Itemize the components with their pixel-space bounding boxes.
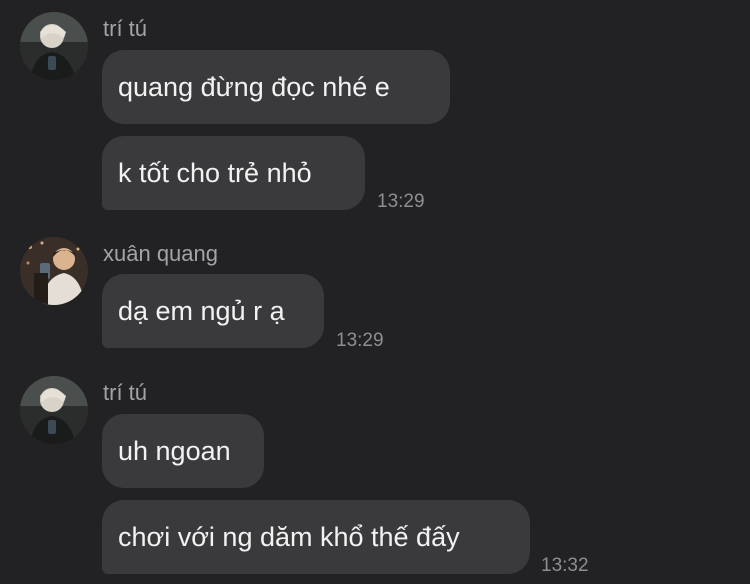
avatar-photo-icon <box>20 237 88 305</box>
avatar-tri-tu[interactable] <box>20 12 88 80</box>
chat-thread: trí tú quang đừng đọc nhé e k tốt cho tr… <box>0 0 750 584</box>
message-timestamp: 13:32 <box>541 555 589 576</box>
message-bubble[interactable]: chơi với ng dăm khổ thế đấy <box>102 500 530 574</box>
avatar-xuan-quang[interactable] <box>20 237 88 305</box>
message-text: chơi với ng dăm khổ thế đấy <box>118 522 460 552</box>
sender-name: trí tú <box>103 380 148 405</box>
message-timestamp: 13:29 <box>377 191 425 212</box>
message-bubble[interactable]: dạ em ngủ r ạ <box>102 274 324 348</box>
message-bubble[interactable]: quang đừng đọc nhé e <box>102 50 450 124</box>
message-bubble[interactable]: uh ngoan <box>102 414 264 488</box>
message-text: quang đừng đọc nhé e <box>118 72 390 102</box>
message-timestamp: 13:29 <box>336 330 384 351</box>
message-text: dạ em ngủ r ạ <box>118 296 285 326</box>
message-bubble[interactable]: k tốt cho trẻ nhỏ <box>102 136 365 210</box>
avatar-tri-tu[interactable] <box>20 376 88 444</box>
message-text: k tốt cho trẻ nhỏ <box>118 158 312 188</box>
avatar-photo-icon <box>20 376 88 444</box>
sender-name: xuân quang <box>103 241 218 266</box>
avatar-photo-icon <box>20 12 88 80</box>
sender-name: trí tú <box>103 16 148 41</box>
message-text: uh ngoan <box>118 436 231 466</box>
